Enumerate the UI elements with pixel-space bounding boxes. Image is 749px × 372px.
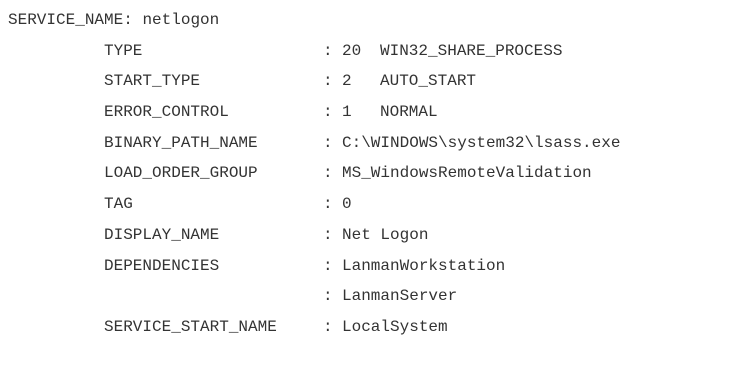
service-name-label: SERVICE_NAME: (8, 11, 133, 29)
tag-value: 0 (342, 195, 352, 214)
dependencies-continuation-key (104, 281, 323, 312)
service-start-name-key: SERVICE_START_NAME (104, 317, 277, 336)
dependencies-separator: : (323, 256, 333, 275)
error-control-separator: : (323, 103, 333, 122)
type-key: TYPE (104, 41, 143, 60)
tag-key: TAG (104, 195, 133, 214)
display-name-value: Net Logon (342, 225, 429, 244)
display-name-key: DISPLAY_NAME (104, 225, 220, 244)
type-code: 20 (342, 41, 362, 60)
type-line: TYPE : 20 WIN32_SHARE_PROCESS (8, 36, 743, 67)
start-type-key: START_TYPE (104, 72, 201, 91)
error-control-line: ERROR_CONTROL : 1 NORMAL (8, 97, 743, 128)
start-type-line: START_TYPE : 2 AUTO_START (8, 66, 743, 97)
service-name-line: SERVICE_NAME: netlogon (8, 5, 743, 36)
load-order-group-key: LOAD_ORDER_GROUP (104, 164, 258, 183)
dependencies-continuation-line: : LanmanServer (8, 281, 743, 312)
tag-line: TAG : 0 (8, 189, 743, 220)
service-start-name-value: LocalSystem (342, 317, 448, 336)
type-separator: : (323, 41, 333, 60)
load-order-group-separator: : (323, 164, 333, 183)
service-start-name-separator: : (323, 317, 333, 336)
binary-path-separator: : (323, 133, 333, 152)
dependencies-continuation-separator: : (323, 287, 333, 306)
dependencies-value: LanmanWorkstation (342, 256, 506, 275)
error-control-value: NORMAL (380, 103, 438, 122)
display-name-line: DISPLAY_NAME : Net Logon (8, 220, 743, 251)
dependencies-key: DEPENDENCIES (104, 256, 220, 275)
error-control-key: ERROR_CONTROL (104, 103, 229, 122)
display-name-separator: : (323, 225, 333, 244)
binary-path-key: BINARY_PATH_NAME (104, 133, 258, 152)
start-type-separator: : (323, 72, 333, 91)
dependencies-continuation-value: LanmanServer (342, 287, 458, 306)
tag-separator: : (323, 195, 333, 214)
dependencies-line: DEPENDENCIES : LanmanWorkstation (8, 251, 743, 282)
service-query-output: SERVICE_NAME: netlogon TYPE : 20 WIN32_S… (8, 5, 743, 343)
load-order-group-line: LOAD_ORDER_GROUP : MS_WindowsRemoteValid… (8, 158, 743, 189)
error-control-code: 1 (342, 103, 352, 122)
start-type-code: 2 (342, 72, 352, 91)
start-type-value: AUTO_START (380, 72, 477, 91)
binary-path-value: C:\WINDOWS\system32\lsass.exe (342, 133, 621, 152)
service-start-name-line: SERVICE_START_NAME : LocalSystem (8, 312, 743, 343)
load-order-group-value: MS_WindowsRemoteValidation (342, 164, 592, 183)
binary-path-line: BINARY_PATH_NAME : C:\WINDOWS\system32\l… (8, 128, 743, 159)
service-name-value: netlogon (142, 11, 220, 29)
type-value: WIN32_SHARE_PROCESS (380, 41, 563, 60)
